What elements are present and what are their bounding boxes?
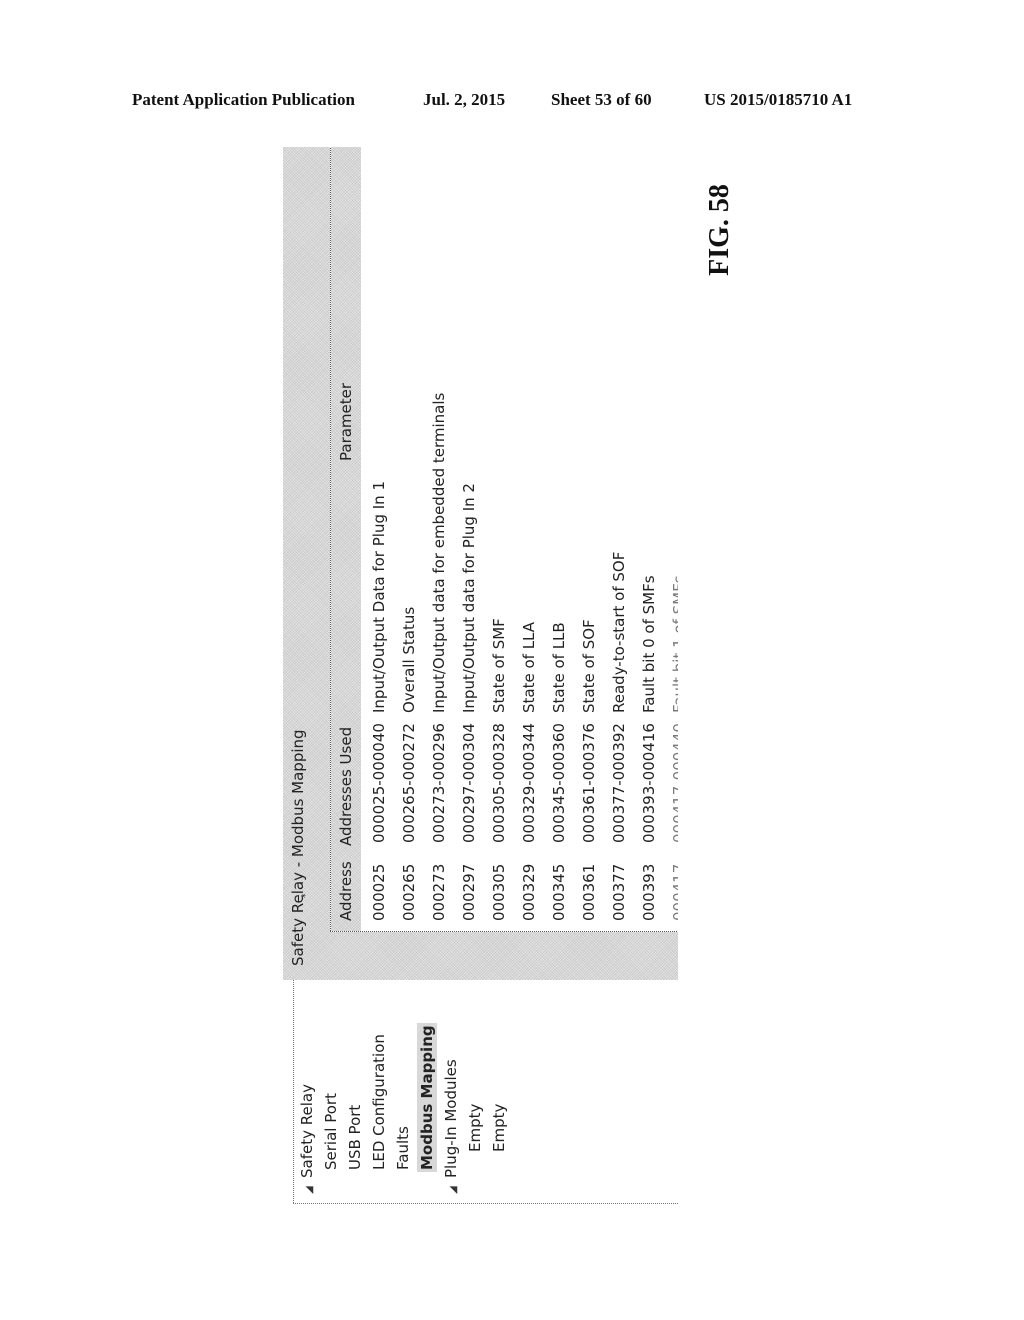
cell-address: 000361	[580, 863, 598, 921]
cell-parameter: Input/Output data for embedded terminals	[430, 392, 448, 713]
tree-item-label: Plug-In Modules	[442, 1059, 460, 1178]
cell-addresses-used: 000265-000272	[400, 723, 418, 843]
cell-addresses-used: 000297-000304	[460, 723, 478, 843]
cell-parameter: State of LLA	[520, 621, 538, 713]
table-row[interactable]: 000345 000345-000360 State of LLB	[545, 147, 575, 931]
tree-item-label: USB Port	[346, 1104, 364, 1170]
cell-addresses-used: 000393-000416	[640, 723, 658, 843]
publication-label: Patent Application Publication	[132, 90, 355, 109]
table-row[interactable]: 000305 000305-000328 State of SMF	[485, 147, 515, 931]
tree-item-led-configuration[interactable]: LED Configuration	[369, 1034, 389, 1170]
cell-address: 000025	[370, 863, 388, 921]
tree-item-label: Faults	[394, 1126, 412, 1170]
app-window: ◢Safety Relay Serial Port USB Port LED C…	[283, 147, 678, 1212]
cell-addresses-used: 000305-000328	[490, 723, 508, 843]
cell-addresses-used: 000329-000344	[520, 723, 538, 843]
navigation-tree: ◢Safety Relay Serial Port USB Port LED C…	[283, 979, 678, 1212]
cell-address: 000305	[490, 863, 508, 921]
expand-triangle-icon[interactable]: ◢	[444, 1178, 464, 1194]
tree-item-label: LED Configuration	[370, 1034, 388, 1170]
table-row[interactable]: 000329 000329-000344 State of LLA	[515, 147, 545, 931]
tree-item-label: Empty	[490, 1103, 508, 1152]
table-row-partial[interactable]: 000417 000417-000440 Fault bit 1 of SMFs	[665, 147, 678, 931]
modbus-mapping-panel: Safety Relay - Modbus Mapping * Address …	[283, 147, 678, 980]
tree-item-serial-port[interactable]: Serial Port	[321, 1093, 341, 1170]
cell-address: 000273	[430, 863, 448, 921]
cell-addresses-used: 000273-000296	[430, 723, 448, 843]
patent-header: Patent Application Publication Jul. 2, 2…	[0, 90, 1024, 114]
tree-item-faults[interactable]: Faults	[393, 1126, 413, 1170]
tree-item-label: Serial Port	[322, 1093, 340, 1170]
cell-parameter: Fault bit 1 of SMFs	[670, 575, 678, 713]
tree-item-empty-1[interactable]: Empty	[465, 1104, 485, 1152]
sheet-number: Sheet 53 of 60	[551, 90, 652, 109]
tree-item-plug-in-modules[interactable]: ◢Plug-In Modules	[441, 1059, 464, 1194]
tree-item-usb-port[interactable]: USB Port	[345, 1105, 365, 1170]
table-row[interactable]: 000377 000377-000392 Ready-to-start of S…	[605, 147, 635, 931]
modified-marker: *	[301, 893, 311, 899]
cell-parameter: Input/Output data for Plug In 2	[460, 483, 478, 713]
table-row[interactable]: 000297 000297-000304 Input/Output data f…	[455, 147, 485, 931]
tree-item-label: Modbus Mapping	[418, 1025, 436, 1170]
table-row[interactable]: 000025 000025-000040 Input/Output Data f…	[365, 147, 395, 931]
table-row[interactable]: 000265 000265-000272 Overall Status	[395, 147, 425, 931]
panel-title: Safety Relay - Modbus Mapping	[289, 729, 307, 966]
cell-addresses-used: 000417-000440	[670, 723, 678, 843]
column-header-addresses-used[interactable]: Addresses Used	[337, 727, 355, 846]
table-header: Address Addresses Used Parameter	[331, 147, 361, 931]
cell-address: 000329	[520, 863, 538, 921]
cell-address: 000265	[400, 863, 418, 921]
table-row[interactable]: 000393 000393-000416 Fault bit 0 of SMFs	[635, 147, 665, 931]
publication-date: Jul. 2, 2015	[423, 90, 506, 109]
cell-parameter: State of SMF	[490, 618, 508, 713]
cell-addresses-used: 000377-000392	[610, 723, 628, 843]
cell-address: 000377	[610, 863, 628, 921]
cell-addresses-used: 000361-000376	[580, 723, 598, 843]
patent-number: US 2015/0185710 A1	[704, 90, 853, 109]
tree-item-label: Safety Relay	[298, 1084, 316, 1178]
cell-parameter: Ready-to-start of SOF	[610, 551, 628, 713]
cell-address: 000393	[640, 863, 658, 921]
tree-item-modbus-mapping[interactable]: Modbus Mapping	[417, 1023, 437, 1172]
cell-parameter: Input/Output Data for Plug In 1	[370, 481, 388, 713]
tree-item-label: Empty	[466, 1103, 484, 1152]
cell-address: 000297	[460, 863, 478, 921]
figure-label: FIG. 58	[704, 184, 735, 276]
cell-parameter: State of SOF	[580, 619, 598, 713]
column-header-parameter[interactable]: Parameter	[337, 383, 355, 461]
cell-parameter: State of LLB	[550, 622, 568, 713]
cell-address: 000345	[550, 863, 568, 921]
cell-address: 000417	[670, 863, 678, 921]
cell-addresses-used: 000345-000360	[550, 723, 568, 843]
cell-parameter: Overall Status	[400, 606, 418, 713]
tree-item-safety-relay[interactable]: ◢Safety Relay	[297, 1084, 320, 1194]
modbus-table: Address Addresses Used Parameter 000025 …	[330, 147, 678, 932]
tree-item-empty-2[interactable]: Empty	[489, 1104, 509, 1152]
table-row[interactable]: 000273 000273-000296 Input/Output data f…	[425, 147, 455, 931]
tree-frame	[293, 980, 678, 1204]
expand-triangle-icon[interactable]: ◢	[300, 1178, 320, 1194]
screenshot-figure: ◢Safety Relay Serial Port USB Port LED C…	[283, 147, 678, 1212]
table-row[interactable]: 000361 000361-000376 State of SOF	[575, 147, 605, 931]
column-header-address[interactable]: Address	[337, 861, 355, 921]
cell-addresses-used: 000025-000040	[370, 723, 388, 843]
cell-parameter: Fault bit 0 of SMFs	[640, 575, 658, 713]
